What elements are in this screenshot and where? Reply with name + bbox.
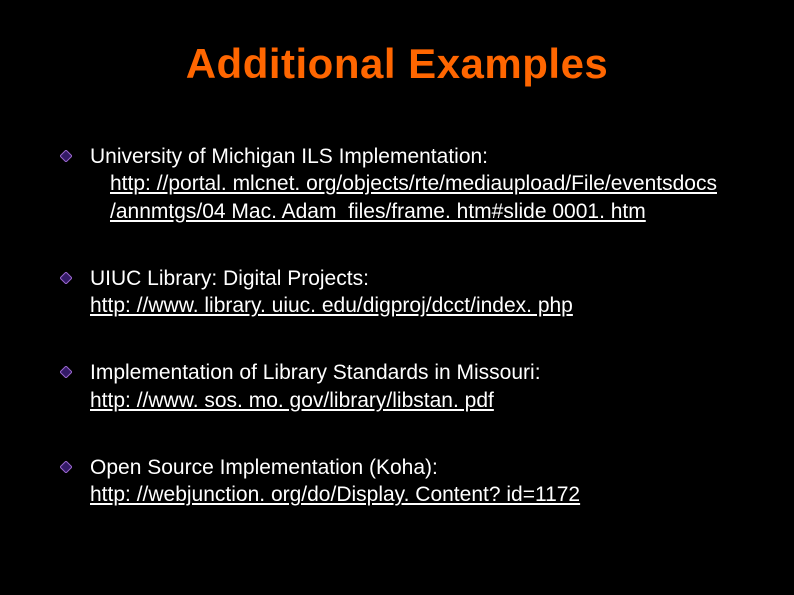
diamond-bullet-icon [60,461,72,473]
bullet-content: University of Michigan ILS Implementatio… [90,143,734,225]
bullet-item: University of Michigan ILS Implementatio… [60,143,734,225]
bullet-link[interactable]: http: //www. library. uiuc. edu/digproj/… [90,294,573,317]
bullet-content: UIUC Library: Digital Projects: http: //… [90,265,734,320]
diamond-bullet-icon [60,272,72,284]
bullet-label: University of Michigan ILS Implementatio… [90,145,488,168]
bullet-content: Open Source Implementation (Koha): http:… [90,454,734,509]
diamond-bullet-icon [60,366,72,378]
slide-title: Additional Examples [60,40,734,88]
bullet-label: UIUC Library: Digital Projects: [90,267,369,290]
bullet-item: Open Source Implementation (Koha): http:… [60,454,734,509]
slide: Additional Examples University of Michig… [0,0,794,595]
bullet-content: Implementation of Library Standards in M… [90,359,734,414]
bullet-label: Open Source Implementation (Koha): [90,456,438,479]
bullet-list: University of Michigan ILS Implementatio… [60,143,734,509]
bullet-link[interactable]: http: //portal. mlcnet. org/objects/rte/… [110,172,717,195]
diamond-bullet-icon [60,150,72,162]
bullet-link[interactable]: http: //webjunction. org/do/Display. Con… [90,483,580,506]
bullet-item: UIUC Library: Digital Projects: http: //… [60,265,734,320]
bullet-label: Implementation of Library Standards in M… [90,361,541,384]
bullet-item: Implementation of Library Standards in M… [60,359,734,414]
bullet-link[interactable]: /annmtgs/04 Mac. Adam_files/frame. htm#s… [110,200,646,223]
bullet-link[interactable]: http: //www. sos. mo. gov/library/libsta… [90,389,494,412]
